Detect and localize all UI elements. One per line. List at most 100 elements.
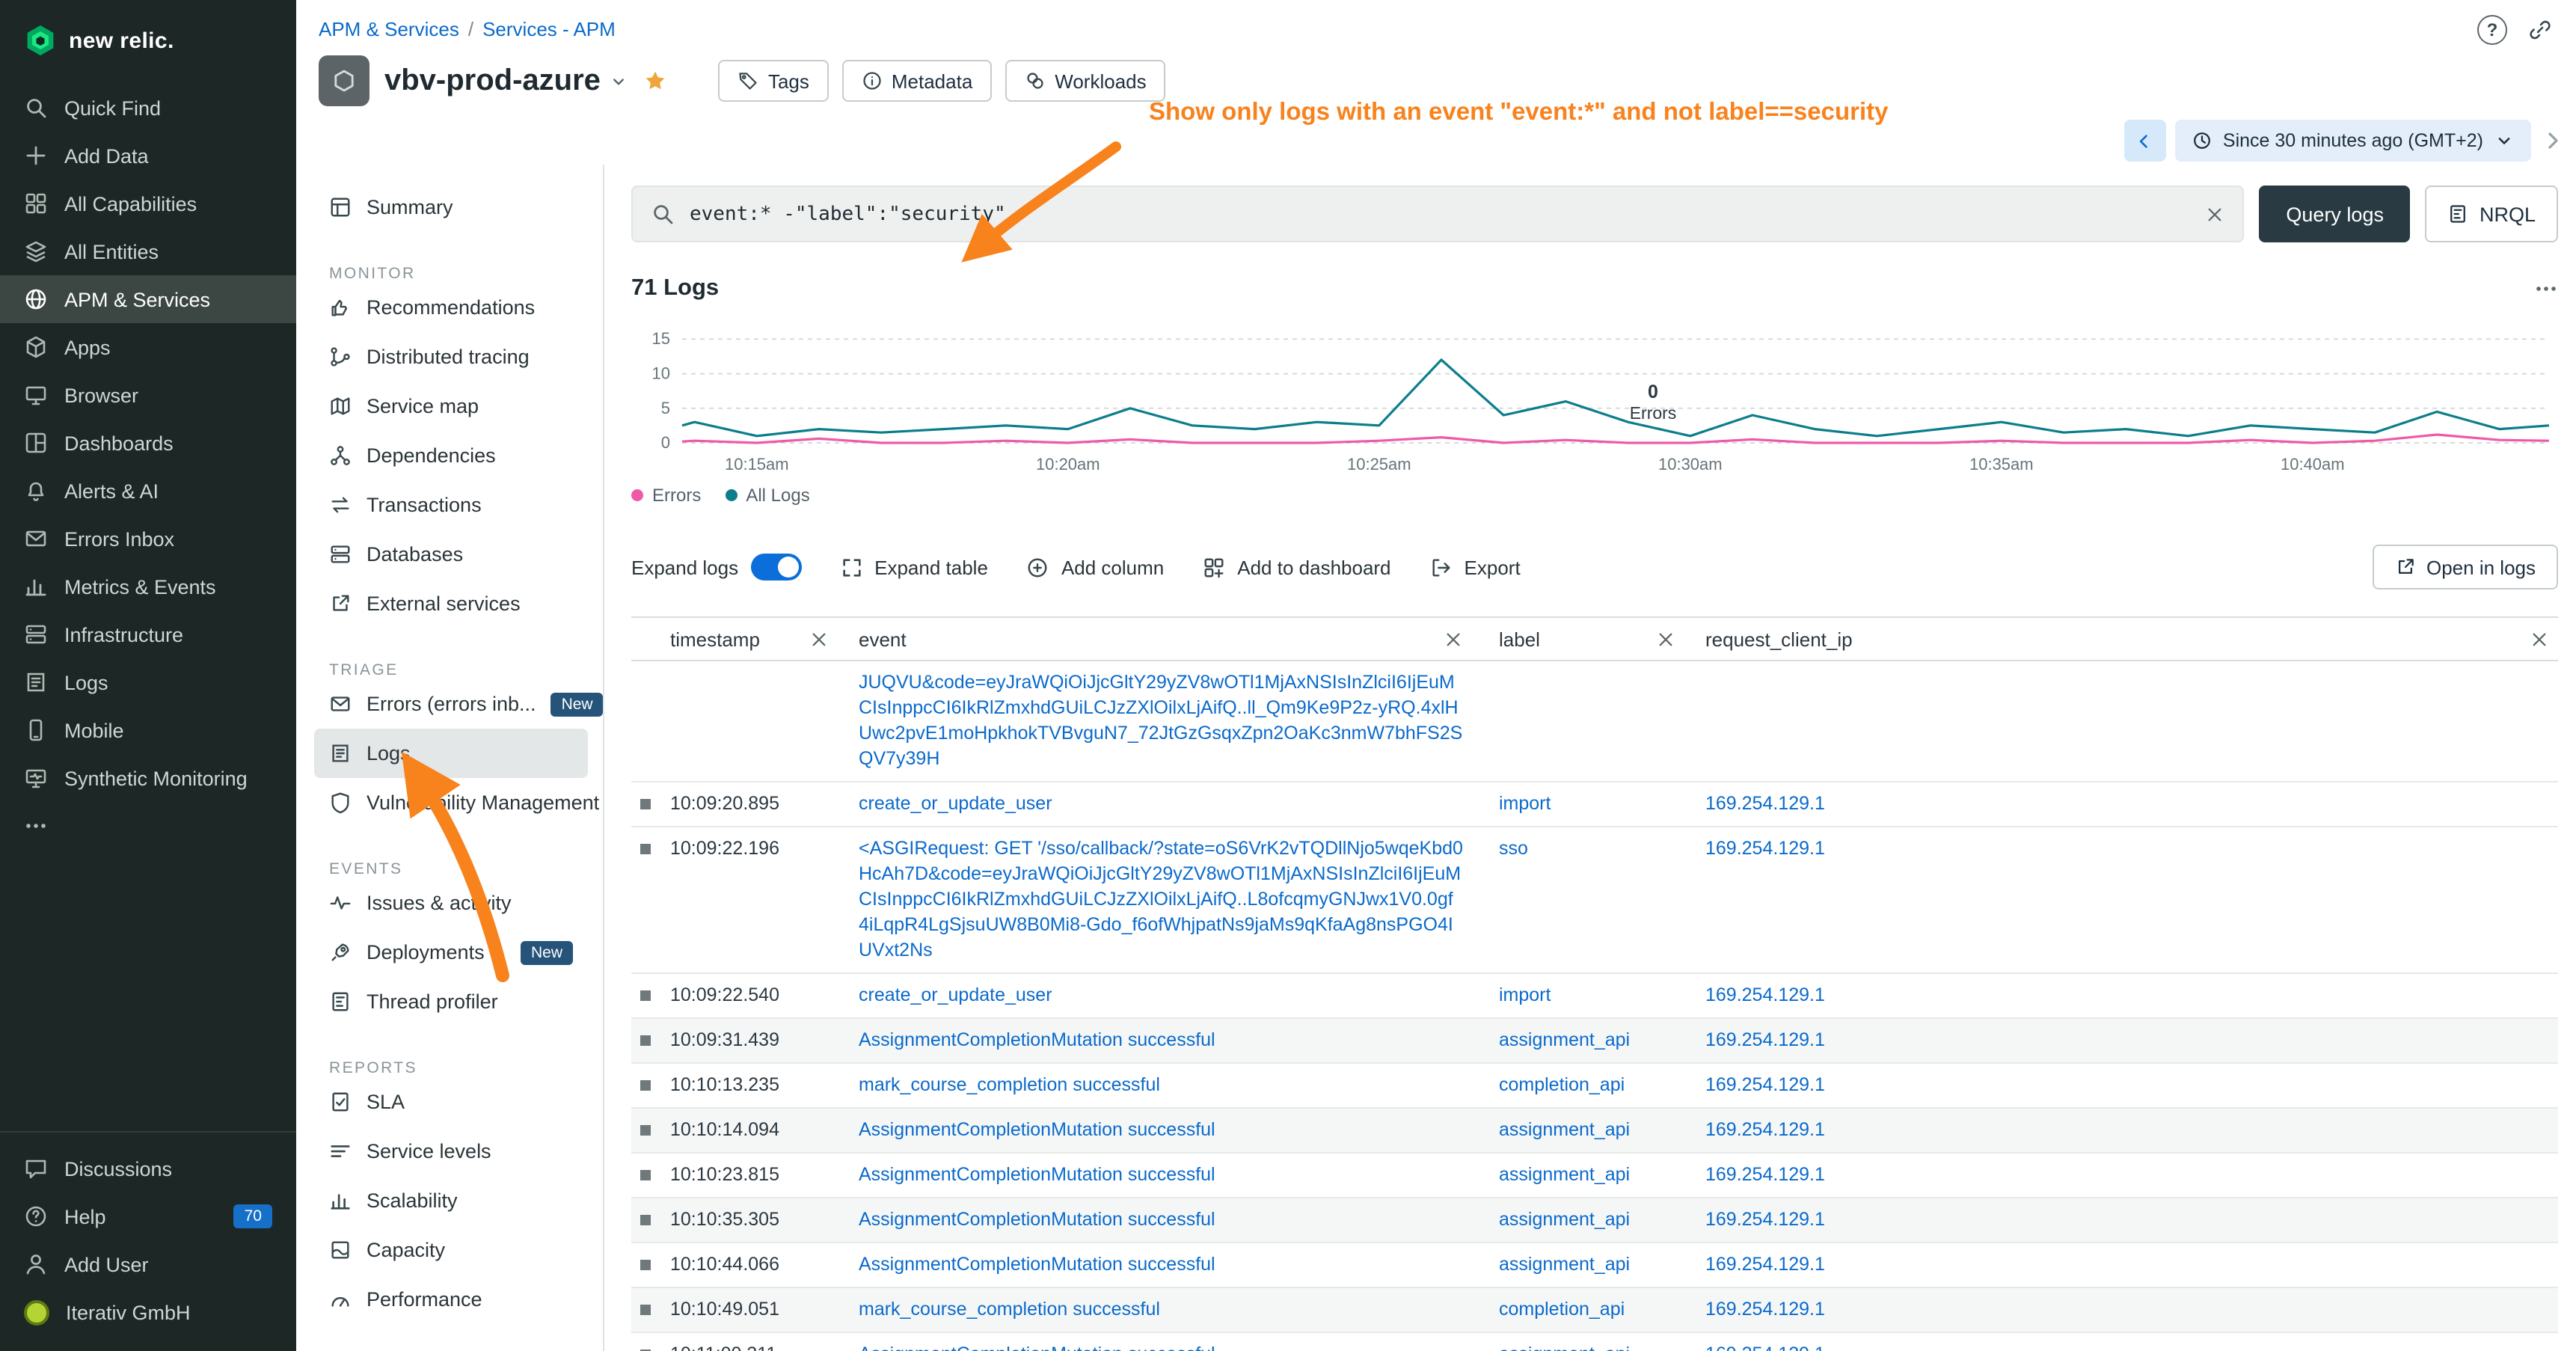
add-to-dashboard-button[interactable]: Add to dashboard — [1203, 556, 1390, 578]
row-marker[interactable] — [640, 990, 651, 1001]
subnav-item[interactable]: Logs — [314, 729, 588, 778]
subnav-item[interactable]: Thread profiler — [314, 977, 588, 1026]
sidebar-item[interactable]: Synthetic Monitoring — [0, 754, 296, 802]
more-options-icon[interactable] — [2534, 277, 2558, 301]
log-event-link[interactable]: AssignmentCompletionMutation successful — [859, 1344, 1215, 1351]
log-row[interactable]: 10:10:49.051 mark_course_completion succ… — [631, 1288, 2558, 1333]
time-back-button[interactable] — [2124, 120, 2166, 162]
log-ip-link[interactable]: 169.254.129.1 — [1705, 1344, 1825, 1351]
remove-column-icon[interactable] — [1656, 629, 1675, 649]
subnav-item[interactable]: Databases — [314, 530, 588, 579]
subnav-item[interactable]: Deployments New — [314, 928, 588, 977]
breadcrumb-apm-services[interactable]: APM & Services — [319, 18, 459, 40]
log-row[interactable]: 10:10:14.094 AssignmentCompletionMutatio… — [631, 1109, 2558, 1154]
toggle-on[interactable] — [750, 554, 801, 580]
log-ip-link[interactable]: 169.254.129.1 — [1705, 1074, 1825, 1095]
subnav-item[interactable]: Vulnerability Management — [314, 778, 588, 827]
sidebar-bottom-item[interactable]: Iterativ GmbH — [0, 1288, 296, 1336]
log-label-link[interactable]: assignment_api — [1499, 1164, 1630, 1185]
favorite-star-icon[interactable] — [644, 69, 668, 93]
row-marker[interactable] — [640, 1170, 651, 1180]
sidebar-item[interactable]: Add Data — [0, 132, 296, 180]
log-event-link[interactable]: <ASGIRequest: GET '/sso/callback/?state=… — [859, 838, 1463, 961]
permalink-icon[interactable] — [2528, 18, 2552, 42]
new-relic-logo[interactable]: new relic. — [0, 0, 296, 75]
subnav-item[interactable]: Summary — [314, 183, 588, 232]
log-event-link[interactable]: create_or_update_user — [859, 793, 1052, 814]
sidebar-item[interactable]: All Entities — [0, 227, 296, 275]
log-ip-link[interactable]: 169.254.129.1 — [1705, 1299, 1825, 1320]
subnav-item[interactable]: Service levels — [314, 1127, 588, 1176]
log-event-link[interactable]: mark_course_completion successful — [859, 1299, 1160, 1320]
log-row[interactable]: 10:09:22.540 create_or_update_user impor… — [631, 974, 2558, 1019]
subnav-item[interactable]: Recommendations — [314, 283, 588, 332]
subnav-item[interactable]: SLA — [314, 1077, 588, 1127]
legend-item[interactable]: Errors — [631, 485, 701, 506]
log-label-link[interactable]: assignment_api — [1499, 1344, 1630, 1351]
log-event-link[interactable]: AssignmentCompletionMutation successful — [859, 1164, 1215, 1185]
log-event-link[interactable]: create_or_update_user — [859, 984, 1052, 1005]
help-icon[interactable]: ? — [2477, 15, 2507, 45]
remove-column-icon[interactable] — [809, 629, 829, 649]
subnav-item[interactable]: External services — [314, 579, 588, 628]
log-query-input[interactable] — [690, 203, 2190, 225]
subnav-item[interactable]: Service map — [314, 382, 588, 431]
log-ip-link[interactable]: 169.254.129.1 — [1705, 1119, 1825, 1140]
entity-action-button[interactable]: Metadata — [842, 60, 992, 102]
log-row[interactable]: 10:10:44.066 AssignmentCompletionMutatio… — [631, 1243, 2558, 1288]
log-row[interactable]: 10:09:31.439 AssignmentCompletionMutatio… — [631, 1019, 2558, 1064]
subnav-item[interactable]: Scalability — [314, 1176, 588, 1225]
subnav-item[interactable]: Dependencies — [314, 431, 588, 480]
log-ip-link[interactable]: 169.254.129.1 — [1705, 1209, 1825, 1230]
log-ip-link[interactable]: 169.254.129.1 — [1705, 838, 1825, 859]
log-ip-link[interactable]: 169.254.129.1 — [1705, 984, 1825, 1005]
subnav-item[interactable]: Capacity — [314, 1225, 588, 1275]
log-label-link[interactable]: completion_api — [1499, 1299, 1625, 1320]
export-button[interactable]: Export — [1430, 556, 1521, 578]
sidebar-item[interactable]: APM & Services — [0, 275, 296, 323]
sidebar-item[interactable]: Infrastructure — [0, 610, 296, 658]
log-row[interactable]: 10:10:35.305 AssignmentCompletionMutatio… — [631, 1198, 2558, 1243]
sidebar-item[interactable]: Errors Inbox — [0, 515, 296, 563]
log-label-link[interactable]: assignment_api — [1499, 1119, 1630, 1140]
remove-column-icon[interactable] — [1444, 629, 1463, 649]
log-label-link[interactable]: sso — [1499, 838, 1528, 859]
log-row[interactable]: 10:09:20.895 create_or_update_user impor… — [631, 782, 2558, 827]
subnav-item[interactable]: Transactions — [314, 480, 588, 530]
sidebar-item[interactable]: Alerts & AI — [0, 467, 296, 515]
sidebar-item[interactable]: Mobile — [0, 706, 296, 754]
breadcrumb-services-apm[interactable]: Services - APM — [482, 18, 616, 40]
log-ip-link[interactable]: 169.254.129.1 — [1705, 1254, 1825, 1275]
sidebar-bottom-item[interactable]: Add User — [0, 1240, 296, 1288]
log-ip-link[interactable]: 169.254.129.1 — [1705, 1164, 1825, 1185]
sidebar-item[interactable]: Metrics & Events — [0, 563, 296, 610]
legend-item[interactable]: All Logs — [725, 485, 809, 506]
expand-logs-toggle[interactable]: Expand logs — [631, 554, 801, 580]
log-event-link[interactable]: JUQVU&code=eyJraWQiOiJjcGltY29yZV8wOTl1M… — [859, 672, 1462, 769]
entity-action-button[interactable]: Tags — [719, 60, 829, 102]
entity-name-dropdown[interactable]: vbv-prod-azure — [384, 64, 629, 98]
sidebar-item[interactable]: Quick Find — [0, 84, 296, 132]
sidebar-item[interactable]: Logs — [0, 658, 296, 706]
log-row[interactable]: 10:10:13.235 mark_course_completion succ… — [631, 1064, 2558, 1109]
sidebar-bottom-item[interactable]: Discussions — [0, 1145, 296, 1192]
subnav-item[interactable]: Performance — [314, 1275, 588, 1324]
open-in-logs-button[interactable]: Open in logs — [2373, 545, 2558, 589]
clear-query-icon[interactable] — [2205, 204, 2224, 224]
row-marker[interactable] — [640, 844, 651, 854]
sidebar-item[interactable]: Browser — [0, 371, 296, 419]
log-label-link[interactable]: assignment_api — [1499, 1029, 1630, 1050]
row-marker[interactable] — [640, 1125, 651, 1136]
log-ip-link[interactable]: 169.254.129.1 — [1705, 1029, 1825, 1050]
sidebar-item[interactable] — [0, 802, 296, 850]
expand-table-button[interactable]: Expand table — [840, 556, 988, 578]
sidebar-item[interactable]: All Capabilities — [0, 180, 296, 227]
log-label-link[interactable]: completion_api — [1499, 1074, 1625, 1095]
subnav-item[interactable]: Distributed tracing — [314, 332, 588, 382]
log-row[interactable]: 10:09:22.196 <ASGIRequest: GET '/sso/cal… — [631, 827, 2558, 974]
row-marker[interactable] — [640, 1215, 651, 1225]
log-label-link[interactable]: import — [1499, 984, 1551, 1005]
time-forward-button[interactable] — [2540, 129, 2564, 153]
log-ip-link[interactable]: 169.254.129.1 — [1705, 793, 1825, 814]
row-marker[interactable] — [640, 1305, 651, 1315]
